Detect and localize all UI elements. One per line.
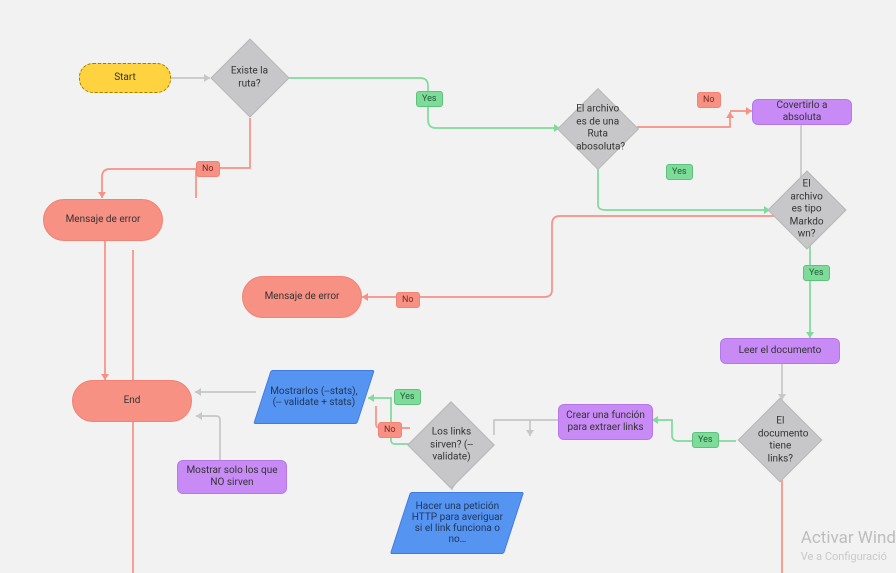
- process-label: Leer el documento: [739, 345, 822, 358]
- decision-ruta-absoluta[interactable]: El archivo es de una Ruta abosoluta?: [557, 88, 639, 170]
- tag-yes: Yes: [692, 432, 719, 448]
- process-convertir-absoluta[interactable]: Covertirlo a absoluta: [752, 99, 852, 125]
- tag-no: No: [697, 92, 721, 108]
- decision-label: El documento tiene links?: [758, 415, 803, 465]
- tag-yes: Yes: [394, 389, 421, 405]
- terminal-label: End: [124, 395, 141, 408]
- tag-no: No: [378, 422, 402, 438]
- io-label: Mostrarlos (--stats),(-- validate + stat…: [268, 386, 360, 408]
- start-node[interactable]: Start: [79, 63, 171, 93]
- watermark-title: Activar Wind: [801, 528, 896, 548]
- process-leer-documento[interactable]: Leer el documento: [720, 338, 840, 364]
- io-mostrarlos[interactable]: Mostrarlos (--stats),(-- validate + stat…: [253, 370, 375, 424]
- process-label: Covertirlo a absoluta: [757, 100, 847, 125]
- watermark-subtitle: Ve a Configuració: [801, 550, 896, 563]
- tag-yes: Yes: [416, 91, 443, 107]
- terminal-label: Mensaje de error: [66, 214, 141, 227]
- process-label: Crear una función para extraer links: [563, 410, 648, 435]
- tag-no: No: [196, 161, 220, 177]
- decision-links-sirven[interactable]: Los links sirven? (--validate): [407, 401, 495, 489]
- decision-tipo-markdown[interactable]: El archivo es tipo Markdo wn?: [767, 170, 846, 249]
- decision-existe-ruta[interactable]: Existe la ruta?: [210, 38, 289, 117]
- io-label: Hacer una petición HTTP para averiguar s…: [407, 501, 508, 545]
- decision-label: Los links sirven? (--validate): [428, 426, 475, 464]
- tag-yes: Yes: [803, 265, 830, 281]
- decision-label: Existe la ruta?: [229, 65, 270, 90]
- process-label: Mostrar solo los que NO sirven: [182, 465, 282, 490]
- flowchart-canvas: Start Existe la ruta? El archivo es de u…: [0, 0, 896, 573]
- decision-tiene-links[interactable]: El documento tiene links?: [738, 398, 823, 483]
- activate-windows-watermark: Activar Wind Ve a Configuració: [801, 528, 896, 563]
- io-hacer-peticion[interactable]: Hacer una petición HTTP para averiguar s…: [390, 492, 524, 554]
- tag-yes: Yes: [666, 164, 693, 180]
- terminal-error-1[interactable]: Mensaje de error: [43, 199, 163, 241]
- process-mostrar-no-sirven[interactable]: Mostrar solo los que NO sirven: [177, 460, 287, 494]
- decision-label: El archivo es de una Ruta abosoluta?: [576, 104, 619, 154]
- process-crear-funcion[interactable]: Crear una función para extraer links: [558, 404, 653, 440]
- terminal-end[interactable]: End: [72, 380, 192, 422]
- tag-no: No: [396, 292, 420, 308]
- start-label: Start: [114, 72, 136, 85]
- terminal-label: Mensaje de error: [265, 291, 340, 304]
- terminal-error-2[interactable]: Mensaje de error: [242, 276, 362, 318]
- decision-label: El archivo es tipo Markdo wn?: [786, 179, 827, 242]
